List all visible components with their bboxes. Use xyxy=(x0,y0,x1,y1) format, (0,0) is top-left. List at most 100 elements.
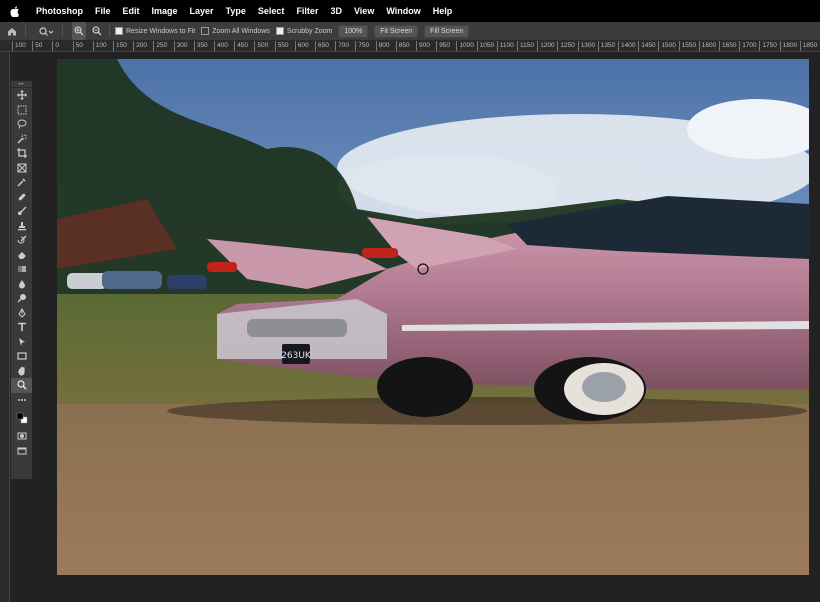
history-brush-icon[interactable] xyxy=(11,233,32,248)
color-swatch-icon[interactable] xyxy=(11,407,32,429)
ruler-tick-label: 1250 xyxy=(557,41,575,51)
ruler-tick-label: 1450 xyxy=(638,41,656,51)
dodge-icon[interactable] xyxy=(11,291,32,306)
menu-window[interactable]: Window xyxy=(380,0,426,22)
ruler-tick-label: 350 xyxy=(193,41,208,51)
lasso-icon[interactable] xyxy=(11,117,32,132)
app-name-menu[interactable]: Photoshop xyxy=(30,0,89,22)
resize-windows-checkbox[interactable]: Resize Windows to Fit xyxy=(115,27,195,35)
type-icon[interactable] xyxy=(11,320,32,335)
clone-stamp-icon[interactable] xyxy=(11,219,32,234)
ruler-tick-label: 1350 xyxy=(597,41,615,51)
ruler-tick-label: 1000 xyxy=(456,41,474,51)
menu-select[interactable]: Select xyxy=(252,0,291,22)
brush-icon[interactable] xyxy=(11,204,32,219)
ruler-tick-label: 1700 xyxy=(739,41,757,51)
quick-mask-icon[interactable] xyxy=(11,429,32,444)
home-icon[interactable] xyxy=(4,22,20,40)
hand-icon[interactable] xyxy=(11,364,32,379)
document-image[interactable]: 263UK xyxy=(57,59,809,575)
ruler-tick-label: 1500 xyxy=(658,41,676,51)
scrubby-zoom-checkbox[interactable]: Scrubby Zoom xyxy=(275,27,333,35)
zoom-100-button[interactable]: 100% xyxy=(338,24,369,38)
screen-mode-icon[interactable] xyxy=(11,444,32,459)
apple-icon[interactable] xyxy=(8,0,22,22)
eyedropper-icon[interactable] xyxy=(11,175,32,190)
menu-filter[interactable]: Filter xyxy=(290,0,324,22)
ruler-tick-label: 450 xyxy=(234,41,248,51)
horizontal-ruler[interactable]: 100 50 0 50 100 150 200 250 300 350 400 450 500 550 60… xyxy=(0,41,820,52)
fill-screen-button[interactable]: Fill Screen xyxy=(424,24,470,38)
zoom-out-icon[interactable] xyxy=(90,22,104,40)
divider xyxy=(62,25,63,37)
ruler-tick-label: 700 xyxy=(335,41,349,51)
healing-icon[interactable] xyxy=(11,190,32,205)
blur-icon[interactable] xyxy=(11,277,32,292)
frame-icon[interactable] xyxy=(11,161,32,176)
resize-windows-label: Resize Windows to Fit xyxy=(126,27,196,35)
options-bar: Resize Windows to Fit Zoom All Windows S… xyxy=(0,22,820,41)
menu-view[interactable]: View xyxy=(348,0,380,22)
zoom-icon[interactable] xyxy=(11,378,32,393)
menu-layer[interactable]: Layer xyxy=(184,0,220,22)
vertical-ruler[interactable] xyxy=(0,52,10,602)
ruler-tick-label: 100 xyxy=(92,41,107,51)
quick-select-icon[interactable] xyxy=(11,132,32,147)
ruler-tick-label: 900 xyxy=(416,41,430,51)
ruler-tick-label: 200 xyxy=(133,41,147,51)
ruler-tick-label: 150 xyxy=(113,41,127,51)
menu-help[interactable]: Help xyxy=(427,0,459,22)
ruler-tick-label: 750 xyxy=(355,41,369,51)
more-icon[interactable] xyxy=(11,393,32,408)
ruler-tick-label: 650 xyxy=(315,41,329,51)
ruler-tick-label: 550 xyxy=(274,41,288,51)
ruler-tick-label: 1300 xyxy=(577,41,595,51)
panel-grip[interactable]: ▸▸ xyxy=(11,81,32,88)
ruler-tick-label: 250 xyxy=(153,41,167,51)
ruler-tick-label: 400 xyxy=(214,41,228,51)
tools-panel: ▸▸ xyxy=(10,80,33,480)
crop-icon[interactable] xyxy=(11,146,32,161)
zoom-all-windows-label: Zoom All Windows xyxy=(212,27,270,35)
eraser-icon[interactable] xyxy=(11,248,32,263)
ruler-tick-label: 0 xyxy=(52,41,59,51)
zoom-all-windows-checkbox[interactable]: Zoom All Windows xyxy=(201,27,270,35)
zoom-tool-preset-icon[interactable] xyxy=(35,22,57,40)
menu-image[interactable]: Image xyxy=(146,0,184,22)
checkbox-checked[interactable] xyxy=(115,27,123,35)
divider xyxy=(109,25,110,37)
menubar: Photoshop File Edit Image Layer Type Sel… xyxy=(0,0,820,22)
zoom-in-icon[interactable] xyxy=(72,22,86,40)
svg-text:263UK: 263UK xyxy=(281,351,312,361)
ruler-tick-label: 800 xyxy=(375,41,389,51)
divider xyxy=(25,25,26,37)
menu-file[interactable]: File xyxy=(89,0,117,22)
ruler-tick-label: 1100 xyxy=(496,41,514,51)
ruler-tick-label: 1400 xyxy=(618,41,635,51)
path-select-icon[interactable] xyxy=(11,335,32,350)
ruler-tick-label: 50 xyxy=(32,41,42,51)
rectangle-icon[interactable] xyxy=(11,349,32,364)
ruler-tick-label: 600 xyxy=(294,41,309,51)
ruler-tick-label: 1850 xyxy=(799,41,817,51)
menu-type[interactable]: Type xyxy=(220,0,252,22)
ruler-tick-label: 1600 xyxy=(698,41,716,51)
pen-icon[interactable] xyxy=(11,306,32,321)
ruler-tick-label: 1650 xyxy=(719,41,736,51)
marquee-icon[interactable] xyxy=(11,103,32,118)
ruler-tick-label: 100 xyxy=(12,41,26,51)
menu-edit[interactable]: Edit xyxy=(117,0,146,22)
ruler-tick-label: 50 xyxy=(72,41,83,51)
checkbox-checked[interactable] xyxy=(275,27,284,35)
fit-screen-button[interactable]: Fit Screen xyxy=(374,24,419,38)
move-icon[interactable] xyxy=(11,88,32,103)
ruler-tick-label: 1800 xyxy=(779,41,797,51)
ruler-tick-label: 500 xyxy=(254,41,268,51)
gradient-icon[interactable] xyxy=(11,262,32,277)
scrubby-zoom-label: Scrubby Zoom xyxy=(286,27,333,35)
ruler-tick-label: 1200 xyxy=(537,41,555,51)
menu-3d[interactable]: 3D xyxy=(324,0,348,22)
checkbox-unchecked[interactable] xyxy=(201,27,210,35)
ruler-tick-label: 1150 xyxy=(517,41,534,51)
ruler-tick-label: 300 xyxy=(173,41,187,51)
